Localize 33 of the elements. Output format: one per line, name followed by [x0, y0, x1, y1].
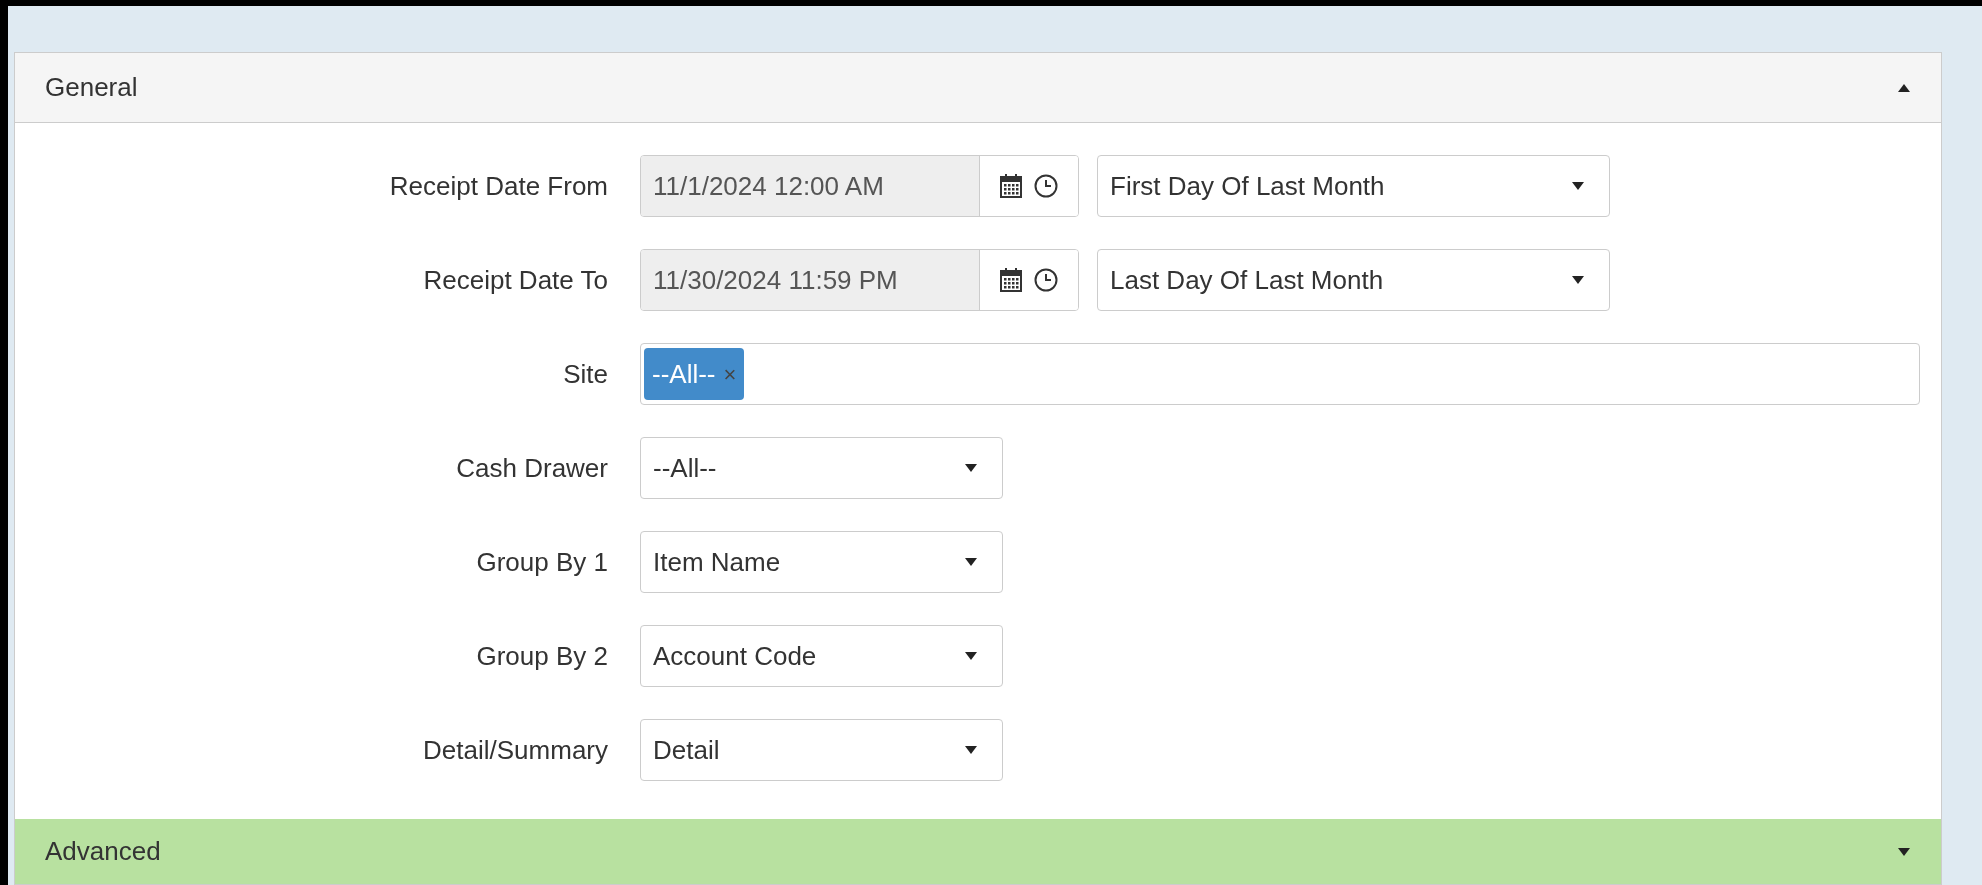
dropdown-caret-icon	[964, 651, 978, 661]
section-header-collapsed[interactable]: Advanced	[15, 819, 1941, 885]
field-label: Receipt Date To	[422, 263, 609, 297]
dropdown-select[interactable]: Detail	[640, 719, 1003, 781]
dropdown-caret-icon	[1897, 846, 1911, 857]
dropdown-select[interactable]: Item Name	[640, 531, 1003, 593]
dropdown-select[interactable]: Last Day Of Last Month	[1097, 249, 1610, 311]
field-label: Site	[562, 357, 609, 391]
dropdown-caret-icon	[1571, 275, 1585, 285]
dropdown-caret-icon	[1571, 181, 1585, 191]
date-time-value: 11/30/2024 11:59 PM	[641, 250, 980, 310]
calendar-icon[interactable]	[1000, 174, 1022, 198]
date-time-field[interactable]: 11/30/2024 11:59 PM	[640, 249, 1079, 311]
selected-tag: --All-- ×	[644, 348, 745, 400]
calendar-icon[interactable]	[1000, 268, 1022, 292]
dropdown-select[interactable]: First Day Of Last Month	[1097, 155, 1610, 217]
field-label: Group By 2	[475, 639, 609, 673]
field-label: Group By 1	[475, 545, 609, 579]
dropdown-caret-icon	[964, 463, 978, 473]
date-time-field[interactable]: 11/1/2024 12:00 AM	[640, 155, 1079, 217]
clock-icon[interactable]	[1034, 268, 1058, 292]
dropdown-select[interactable]: Account Code	[640, 625, 1003, 687]
date-time-value: 11/1/2024 12:00 AM	[641, 156, 980, 216]
site-tag-field[interactable]: --All-- ×	[640, 343, 1920, 405]
field-label: Detail/Summary	[422, 733, 609, 767]
dropdown-select[interactable]: --All--	[640, 437, 1003, 499]
clock-icon[interactable]	[1034, 174, 1058, 198]
section-header[interactable]: General	[15, 53, 1941, 123]
collapse-caret-icon	[1897, 82, 1911, 93]
field-label: Receipt Date From	[388, 169, 609, 203]
dropdown-caret-icon	[964, 557, 978, 567]
dropdown-caret-icon	[964, 745, 978, 755]
field-label: Cash Drawer	[455, 451, 609, 485]
